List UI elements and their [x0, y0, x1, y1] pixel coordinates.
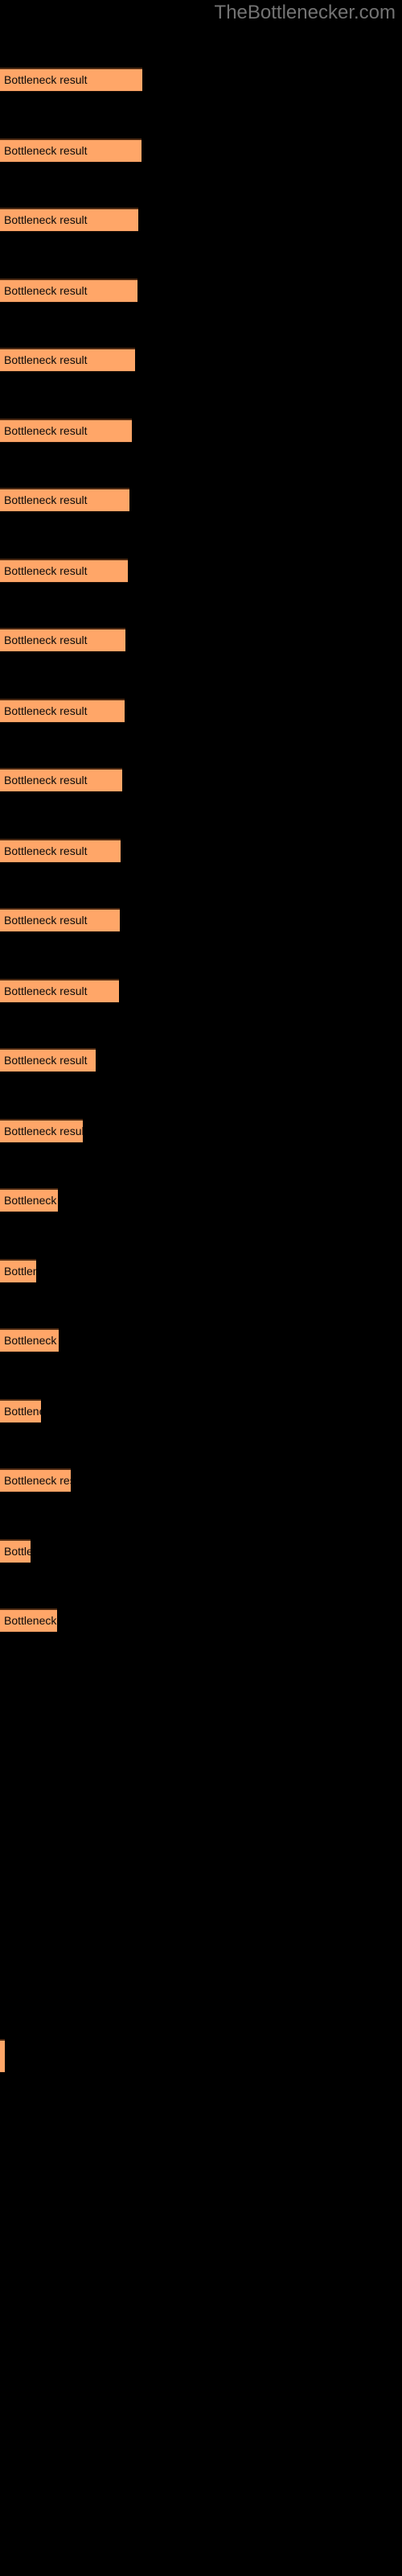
bar-clip: Bottleneck result [0, 1468, 71, 1492]
bar-label: Bottleneck result [4, 213, 88, 226]
bar-label: Bottleneck result [4, 1405, 41, 1418]
bar-clip: Bottleneck result [0, 348, 135, 372]
bar-label: Bottleneck result [4, 1125, 83, 1137]
bar-label: Bottleneck result [4, 493, 88, 506]
bar-clip: Bottleneck result [0, 1608, 57, 1633]
bottleneck-bar-chart: TheBottlenecker.com Bottleneck result Bot… [0, 0, 402, 2576]
bar-label: Bottleneck result [4, 564, 88, 577]
bar-clip: Bottleneck result [0, 488, 129, 512]
bar-clip: Bottleneck result [0, 768, 122, 792]
bar-label: Bottleneck result [4, 634, 88, 646]
bar-clip: Bottleneck result [0, 1539, 31, 1563]
bar-clip: Bottleneck result [0, 628, 125, 652]
bar-clip: Bottleneck result [0, 979, 119, 1003]
bar-label: Bottleneck result [4, 1614, 57, 1627]
bar-clip: Bottleneck result [0, 1119, 83, 1143]
bar-label: Bottleneck result [4, 1054, 88, 1067]
bar-clip: Bottleneck result [0, 68, 142, 92]
bar-label: Bottleneck result [4, 1545, 31, 1558]
bar-label: Bottleneck result [4, 914, 88, 927]
bar-clip: Bottleneck result [0, 1188, 58, 1212]
bar-label: Bottleneck result [4, 1265, 36, 1278]
bar-label: Bottleneck result [4, 1194, 58, 1207]
bar-label: Bottleneck result [4, 73, 88, 86]
bar-clip: Bottleneck result [0, 699, 125, 723]
bar-label: Bottleneck result [4, 774, 88, 786]
bar-clip: Bottleneck result [0, 559, 128, 583]
bar-clip: Bottleneck result [0, 1399, 41, 1423]
bar-clip: Bottleneck result [0, 839, 121, 863]
bar-clip: Bottleneck result [0, 1328, 59, 1352]
bar-clip: Bottleneck result [0, 1048, 96, 1072]
bar-clip: Bottleneck result [0, 1259, 36, 1283]
bar-clip: Bottleneck result [0, 208, 138, 232]
site-watermark: TheBottlenecker.com [214, 2, 396, 23]
bar-label: Bottleneck result [4, 353, 88, 366]
bar-label: Bottleneck result [4, 284, 88, 297]
bar-clip: Bottleneck result [0, 908, 120, 932]
bar-label: Bottleneck result [4, 424, 88, 437]
bar-label: Bottleneck result [4, 1474, 71, 1487]
bar-clip: Bottleneck result [0, 419, 132, 443]
bar-clip: Bottleneck result [0, 279, 137, 303]
bar-label: Bottleneck result [4, 985, 88, 997]
bar-label: Bottleneck result [4, 844, 88, 857]
bar-label: Bottleneck result [4, 704, 88, 717]
bar-label: Bottleneck result [4, 1334, 59, 1347]
bar-label: Bottleneck result [4, 144, 88, 157]
bar-clip: Bottleneck result [0, 138, 142, 163]
tiny-bar-segment[interactable] [0, 2039, 5, 2073]
